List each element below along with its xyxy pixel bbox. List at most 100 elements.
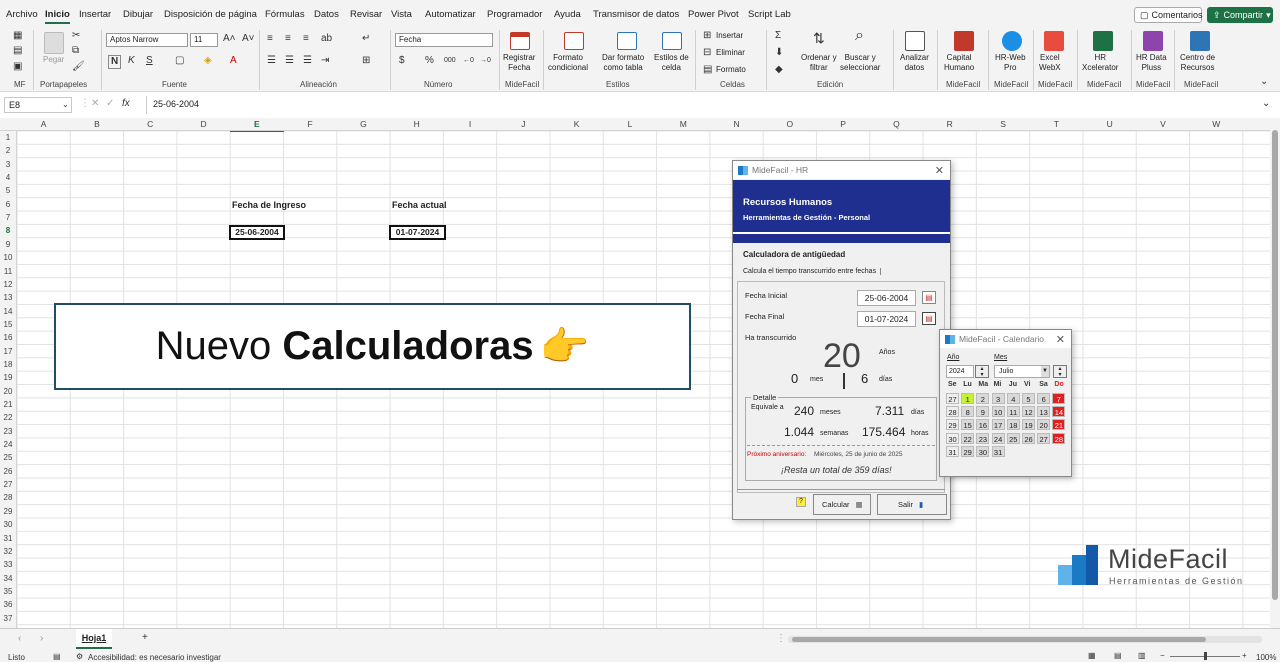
indent-icon[interactable]: ⇥ [321,55,329,67]
calendar-day[interactable]: 26 [1022,432,1035,444]
calendar-day[interactable]: 8 [961,406,975,418]
hr-data-icon[interactable] [1143,31,1163,51]
globe-icon[interactable] [1002,31,1022,51]
dar-formato-tabla-button[interactable]: Dar formato como tabla [602,53,644,73]
conditional-format-icon[interactable] [564,32,584,50]
row-header-5[interactable]: 5 [0,186,16,195]
bold-icon[interactable]: N [108,55,122,69]
calendar-day[interactable]: 29 [961,445,975,457]
currency-icon[interactable]: $ [399,55,405,67]
delete-cells-icon[interactable]: ⊟ [703,47,711,59]
calendar-titlebar[interactable]: MideFacil - Calendario [940,330,1071,348]
mf-icon-3[interactable]: ▣ [13,61,22,73]
row-header-18[interactable]: 18 [0,360,16,369]
format-cells-icon[interactable]: ▤ [703,64,712,76]
column-header-g[interactable]: G [353,119,373,129]
fill-color-icon[interactable]: ◈ [204,55,212,67]
accessibility-status[interactable]: Accesibilidad: es necesario investigar [88,653,221,662]
row-header-9[interactable]: 9 [0,240,16,249]
tab-scriptlab[interactable]: Script Lab [748,9,791,20]
close-icon[interactable]: ✕ [935,164,944,177]
calendar-day[interactable]: 20 [1037,419,1051,431]
year-spinner[interactable]: ▴ ▾ [975,365,989,378]
tab-powerpivot[interactable]: Power Pivot [688,9,739,20]
estilos-celda-button[interactable]: Estilos de celda [654,53,689,73]
hr-data-pluss-button[interactable]: HR Data Pluss [1136,53,1167,73]
accessibility-icon[interactable]: ⚙ [76,652,83,661]
column-header-q[interactable]: Q [886,119,906,129]
row-header-32[interactable]: 32 [0,547,16,556]
column-header-b[interactable]: B [87,119,107,129]
hr-window-titlebar[interactable]: MideFacil - HR [733,161,950,179]
column-header-v[interactable]: V [1153,119,1173,129]
align-top-icon[interactable]: ≡ [267,33,273,45]
row-header-37[interactable]: 37 [0,614,16,623]
insert-cells-icon[interactable]: ⊞ [703,30,711,42]
autosum-icon[interactable]: Σ [775,30,781,42]
calendar-day[interactable]: 30 [976,445,990,457]
capital-humano-icon[interactable] [954,31,974,51]
buscar-seleccionar-button[interactable]: Buscar y seleccionar [840,53,880,73]
row-header-16[interactable]: 16 [0,333,16,342]
calendar-day[interactable]: 4 [1006,393,1020,404]
row-header-22[interactable]: 22 [0,413,16,422]
column-header-e[interactable]: E [247,119,267,129]
merge-icon[interactable]: ⊞ [362,55,370,67]
row-header-27[interactable]: 27 [0,480,16,489]
calendar-day[interactable]: 12 [1022,406,1035,418]
insertar-button[interactable]: Insertar [716,31,743,41]
column-header-m[interactable]: M [673,119,693,129]
font-name-combo[interactable]: Aptos Narrow [106,33,188,47]
calendar-day[interactable]: 27 [1037,432,1051,444]
column-header-d[interactable]: D [194,119,214,129]
row-header-34[interactable]: 34 [0,574,16,583]
tab-vista[interactable]: Vista [391,9,412,20]
zoom-in-icon[interactable]: + [1242,651,1247,660]
column-header-o[interactable]: O [780,119,800,129]
column-header-l[interactable]: L [620,119,640,129]
capital-humano-button[interactable]: Capital Humano [944,53,974,73]
zoom-level[interactable]: 100% [1256,653,1276,662]
zoom-slider-thumb[interactable] [1204,652,1207,660]
shrink-font-icon[interactable]: A˅ [242,33,255,45]
calendar-day[interactable]: 31 [991,445,1005,457]
paste-icon[interactable] [44,32,64,54]
row-header-14[interactable]: 14 [0,307,16,316]
tab-datos[interactable]: Datos [314,9,339,20]
calcular-button[interactable]: Calcular ▦ [813,494,871,515]
calendar-day[interactable]: 22 [961,432,975,444]
cancel-icon[interactable]: ✕ [91,98,99,110]
calendar-day[interactable]: 19 [1022,419,1035,431]
row-header-28[interactable]: 28 [0,493,16,502]
cut-icon[interactable]: ✂ [72,30,80,42]
column-header-w[interactable]: W [1206,119,1226,129]
analizar-datos-button[interactable]: Analizar datos [900,53,929,73]
registrar-fecha-button[interactable]: Registrar Fecha [503,53,535,73]
end-date-field[interactable]: 01-07-2024 [857,311,916,327]
excel-icon[interactable] [1093,31,1113,51]
row-header-12[interactable]: 12 [0,280,16,289]
tab-dibujar[interactable]: Dibujar [123,9,153,20]
increase-decimal-icon[interactable]: ←0 [463,55,474,67]
collapse-ribbon-icon[interactable]: ⌄ [1260,76,1268,88]
calendar-day[interactable]: 10 [991,406,1005,418]
row-header-35[interactable]: 35 [0,587,16,596]
column-header-k[interactable]: K [567,119,587,129]
tab-transmisor[interactable]: Transmisor de datos [593,9,679,20]
row-header-13[interactable]: 13 [0,293,16,302]
horizontal-scrollbar[interactable] [788,636,1262,643]
align-middle-icon[interactable]: ≡ [285,33,291,45]
year-field[interactable]: 2024 [946,365,974,378]
eliminar-button[interactable]: Eliminar [716,48,745,58]
column-header-r[interactable]: R [940,119,960,129]
column-header-u[interactable]: U [1100,119,1120,129]
row-header-23[interactable]: 23 [0,427,16,436]
calendar-day[interactable]: 23 [976,432,990,444]
tab-insertar[interactable]: Insertar [79,9,111,20]
calendar-day[interactable]: 18 [1006,419,1020,431]
cell-e8-ingreso[interactable]: 25-06-2004 [229,225,285,240]
excel-webx-icon[interactable] [1044,31,1064,51]
decrease-decimal-icon[interactable]: →0 [480,55,491,67]
calendar-day[interactable]: 24 [991,432,1005,444]
column-header-c[interactable]: C [140,119,160,129]
